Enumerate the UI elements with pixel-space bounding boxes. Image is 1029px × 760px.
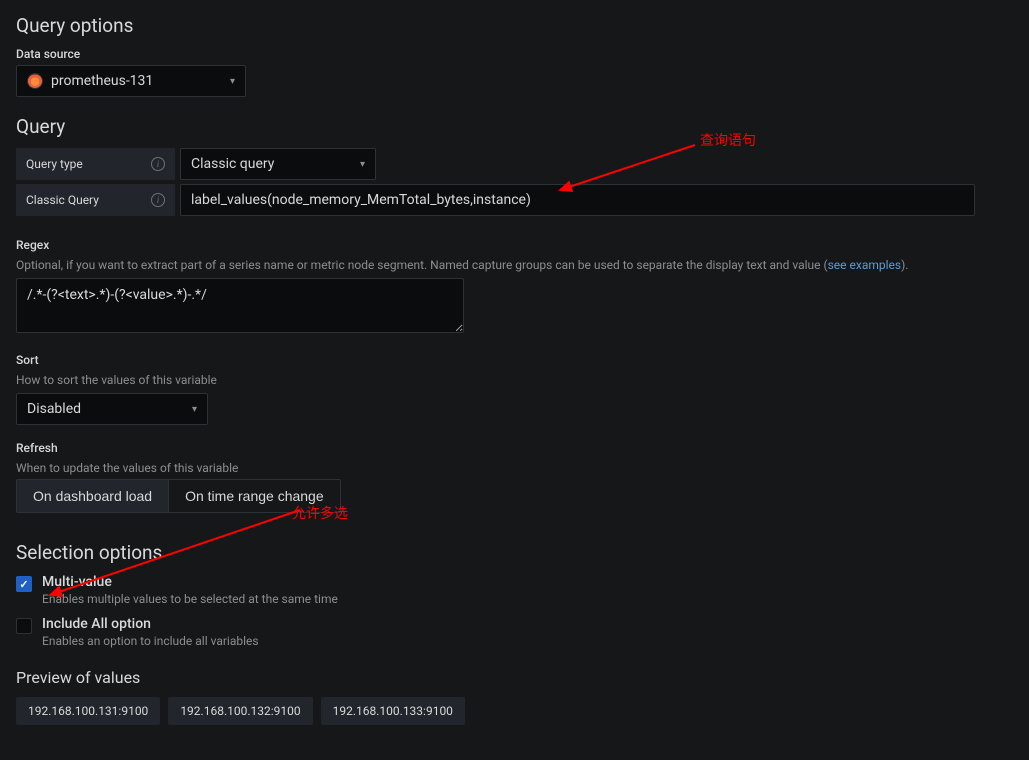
regex-hint: Optional, if you want to extract part of…	[16, 256, 1013, 274]
chevron-down-icon: ▾	[230, 76, 235, 87]
heading-query-options: Query options	[16, 14, 1013, 37]
include-all-checkbox[interactable]	[16, 618, 32, 634]
include-all-desc: Enables an option to include all variabl…	[42, 634, 259, 648]
multi-value-desc: Enables multiple values to be selected a…	[42, 592, 338, 606]
info-icon[interactable]: i	[151, 157, 165, 171]
preview-chip: 192.168.100.131:9100	[16, 697, 160, 725]
regex-input[interactable]	[16, 278, 464, 333]
refresh-on-dashboard-load-button[interactable]: On dashboard load	[17, 480, 168, 512]
include-all-label: Include All option	[42, 616, 259, 632]
heading-query: Query	[16, 115, 1013, 138]
classic-query-input[interactable]: label_values(node_memory_MemTotal_bytes,…	[180, 184, 975, 216]
preview-chips: 192.168.100.131:9100 192.168.100.132:910…	[16, 697, 1013, 725]
heading-preview: Preview of values	[16, 668, 1013, 687]
data-source-select[interactable]: prometheus-131 ▾	[16, 65, 246, 97]
heading-selection-options: Selection options	[16, 541, 1013, 564]
multi-value-checkbox[interactable]	[16, 576, 32, 592]
sort-hint: How to sort the values of this variable	[16, 371, 1013, 389]
sort-value: Disabled	[27, 401, 81, 417]
data-source-label: Data source	[16, 47, 1013, 61]
chevron-down-icon: ▾	[192, 404, 197, 415]
sort-select[interactable]: Disabled ▾	[16, 393, 208, 425]
refresh-on-time-range-change-button[interactable]: On time range change	[168, 480, 340, 512]
preview-chip: 192.168.100.132:9100	[168, 697, 312, 725]
multi-value-label: Multi-value	[42, 574, 338, 590]
query-type-label: Query type i	[16, 148, 176, 180]
classic-query-label: Classic Query i	[16, 184, 176, 216]
prometheus-icon	[27, 73, 43, 89]
regex-label: Regex	[16, 238, 1013, 252]
query-type-value: Classic query	[191, 156, 274, 172]
regex-examples-link[interactable]: see examples	[828, 258, 901, 272]
query-type-select[interactable]: Classic query ▾	[180, 148, 376, 180]
sort-label: Sort	[16, 353, 1013, 367]
refresh-label: Refresh	[16, 441, 1013, 455]
refresh-hint: When to update the values of this variab…	[16, 459, 1013, 477]
refresh-button-group: On dashboard load On time range change	[16, 479, 341, 513]
data-source-value: prometheus-131	[51, 73, 153, 89]
chevron-down-icon: ▾	[360, 159, 365, 170]
preview-chip: 192.168.100.133:9100	[321, 697, 465, 725]
info-icon[interactable]: i	[151, 193, 165, 207]
